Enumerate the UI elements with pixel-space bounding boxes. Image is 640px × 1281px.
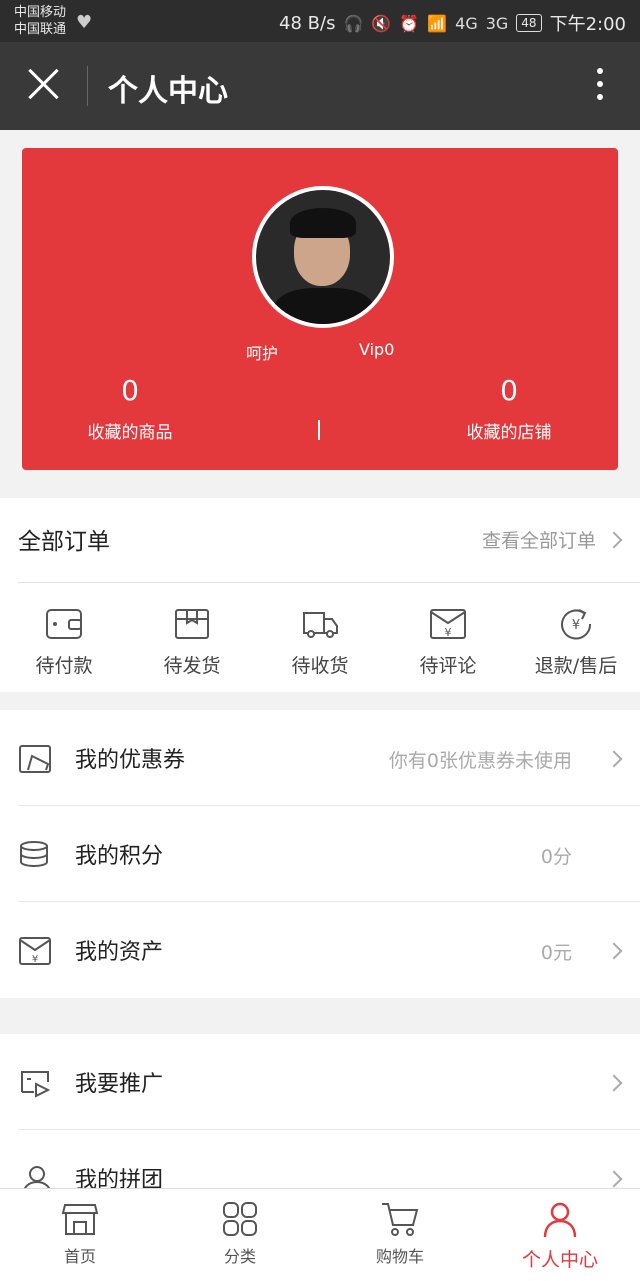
battery-icon: 48 <box>516 14 542 32</box>
order-status-label: 待评论 <box>419 655 477 677</box>
coupon-value: 你有0张优惠券未使用 <box>388 750 572 772</box>
tab-label: 购物车 <box>375 1247 424 1266</box>
wallet-icon <box>46 609 82 639</box>
view-all-orders: 查看全部订单 <box>481 530 596 552</box>
promotion-section: 我要推广 我的拼团 <box>0 1034 640 1188</box>
cart-icon <box>382 1203 419 1236</box>
chevron-right-icon <box>605 750 623 768</box>
promote-icon <box>21 1071 51 1098</box>
page-title: 个人中心 <box>108 74 228 109</box>
assets-value: 0元 <box>540 942 572 964</box>
coins-icon <box>20 841 48 867</box>
chevron-right-icon <box>605 942 623 960</box>
username: 呵护 <box>246 344 279 363</box>
order-status-unreceived[interactable]: 待收货 <box>256 583 384 693</box>
fav-shops-label: 收藏的店铺 <box>466 423 552 443</box>
group-icon <box>23 1166 51 1188</box>
headphone-icon: 🎧 <box>343 13 364 33</box>
tab-label: 个人中心 <box>521 1249 598 1271</box>
fav-shops-count: 0 <box>500 374 518 407</box>
fav-shops[interactable]: 0 收藏的店铺 <box>429 374 589 443</box>
wifi-icon: 📶 <box>427 13 448 33</box>
order-status-refund[interactable]: ¥ 退款/售后 <box>512 583 640 693</box>
fav-goods-label: 收藏的商品 <box>87 423 173 443</box>
assets-section: 我的优惠券 你有0张优惠券未使用 我的积分 0分 ¥ 我的资产 0元 <box>0 710 640 998</box>
order-status-unpaid[interactable]: 待付款 <box>0 583 128 693</box>
group-buy-label: 我的拼团 <box>75 1168 164 1188</box>
carrier-info: 中国移动 中国联通 <box>14 4 66 38</box>
title-bar: 个人中心 <box>0 42 640 130</box>
divider <box>87 66 88 106</box>
net-speed: 48 B/s <box>279 12 336 34</box>
order-status-label: 待付款 <box>35 655 93 677</box>
status-bar: 中国移动 中国联通 ♥ 48 B/s 🎧 🔇 ⏰ 📶 4G 3G 48 下午2:… <box>0 0 640 42</box>
svg-text:¥: ¥ <box>445 626 452 639</box>
tab-cart[interactable]: 购物车 <box>320 1189 480 1281</box>
stat-divider <box>318 420 320 440</box>
user-icon <box>543 1202 577 1238</box>
asset-icon: ¥ <box>19 937 51 965</box>
points-label: 我的积分 <box>75 844 164 869</box>
svg-text:¥: ¥ <box>572 618 580 633</box>
order-status-unreviewed[interactable]: ¥ 待评论 <box>384 583 512 693</box>
signal-4g-icon: 4G <box>455 13 478 33</box>
chevron-right-icon <box>605 531 623 549</box>
promote-row[interactable]: 我要推广 <box>0 1034 640 1130</box>
promote-label: 我要推广 <box>75 1072 164 1097</box>
tab-label: 首页 <box>63 1247 96 1266</box>
points-value: 0分 <box>540 846 572 868</box>
points-row[interactable]: 我的积分 0分 <box>0 806 640 902</box>
carrier-1: 中国移动 <box>14 5 67 20</box>
order-status-label: 退款/售后 <box>534 655 618 677</box>
close-icon[interactable] <box>26 66 62 102</box>
tab-home[interactable]: 首页 <box>0 1189 160 1281</box>
chevron-right-icon <box>605 1074 623 1092</box>
svg-text:¥: ¥ <box>32 954 38 965</box>
signal-3g-icon: 3G <box>485 13 509 33</box>
avatar[interactable] <box>252 186 394 328</box>
order-status-label: 待发货 <box>163 655 221 677</box>
truck-icon <box>303 612 338 638</box>
envelope-yen-icon: ¥ <box>430 609 466 639</box>
chevron-right-icon <box>605 1170 623 1188</box>
grid-icon <box>223 1202 257 1236</box>
heart-rate-icon: ♥ <box>76 12 93 33</box>
bottom-tab-bar: 首页 分类 购物车 个人中心 <box>0 1188 640 1281</box>
profile-card: 呵护 Vip0 0 收藏的商品 0 收藏的店铺 <box>22 148 618 470</box>
alarm-icon: ⏰ <box>399 13 420 33</box>
coupon-icon <box>19 745 51 773</box>
tab-category[interactable]: 分类 <box>160 1189 320 1281</box>
assets-label: 我的资产 <box>75 940 164 965</box>
fav-goods[interactable]: 0 收藏的商品 <box>50 374 210 443</box>
package-icon <box>175 609 209 639</box>
orders-section: 全部订单 查看全部订单 待付款 待发货 待收货 ¥ 待评论 ¥ 退款/售后 <box>0 498 640 692</box>
mute-icon: 🔇 <box>371 13 392 33</box>
carrier-2: 中国联通 <box>14 22 67 37</box>
order-status-unshipped[interactable]: 待发货 <box>128 583 256 693</box>
refund-icon: ¥ <box>561 609 592 640</box>
group-buy-row[interactable]: 我的拼团 <box>0 1130 640 1188</box>
assets-row[interactable]: ¥ 我的资产 0元 <box>0 902 640 998</box>
fav-goods-count: 0 <box>121 374 139 407</box>
tab-label: 分类 <box>223 1247 256 1266</box>
tab-profile[interactable]: 个人中心 <box>480 1189 640 1281</box>
all-orders-row[interactable]: 全部订单 查看全部订单 <box>18 498 640 583</box>
coupon-label: 我的优惠券 <box>75 748 186 773</box>
store-icon <box>61 1204 99 1235</box>
clock: 下午2:00 <box>549 14 626 35</box>
all-orders-title: 全部订单 <box>18 529 110 555</box>
vip-level: Vip0 <box>359 340 395 359</box>
order-status-label: 待收货 <box>291 655 349 677</box>
more-icon[interactable] <box>596 68 604 104</box>
coupon-row[interactable]: 我的优惠券 你有0张优惠券未使用 <box>0 710 640 806</box>
